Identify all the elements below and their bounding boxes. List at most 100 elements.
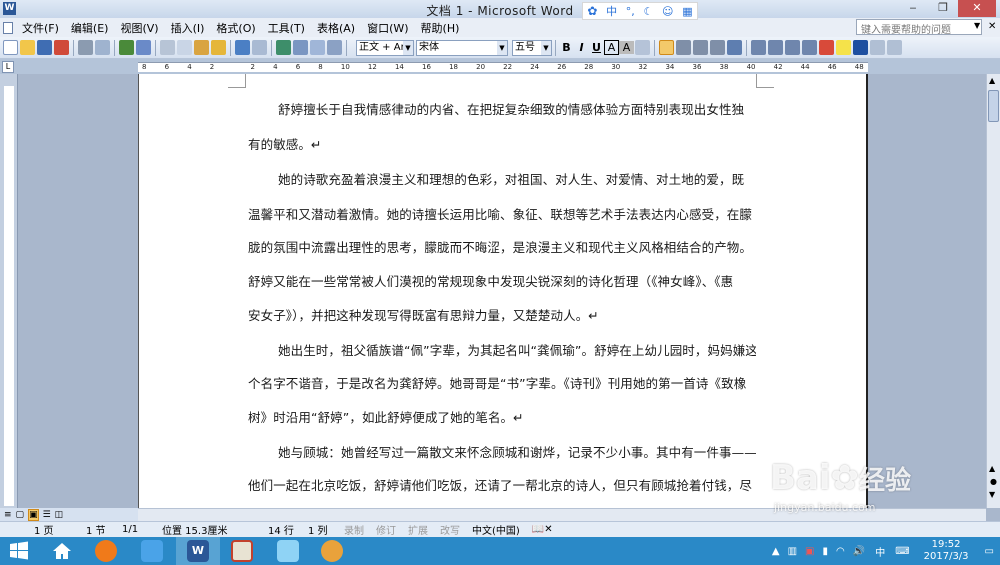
paragraph-line[interactable]: 她的诗歌充盈着浪漫主义和理想的色彩，对祖国、对人生、对爱情、对土地的爱，既 [278,169,756,188]
line-spacing-icon[interactable] [727,40,742,55]
ime-item[interactable]: 中 [606,3,617,19]
char-border-button[interactable]: A [604,40,619,55]
char-shade-button[interactable]: A [619,41,634,54]
help-search-input[interactable]: 键入需要帮助的问题 [856,19,982,36]
text-direction-icon[interactable] [819,40,834,55]
print-preview-icon[interactable] [95,40,110,55]
font-size-dropdown[interactable]: 五号 ▼ [512,39,552,56]
task-feather[interactable] [130,537,174,565]
paragraph-line[interactable]: 她出生时，祖父循族谱“佩”字辈，为其起名叫“龚佩瑜”。舒婷在上幼儿园时，妈妈嫌这 [278,340,756,359]
clock[interactable]: 19:52 2017/3/3 [914,539,979,563]
highlight-icon[interactable] [836,40,851,55]
network-icon[interactable]: ▥ [784,546,801,557]
save-icon[interactable] [37,40,52,55]
paste-icon[interactable] [194,40,209,55]
bold-button[interactable]: B [559,41,574,54]
research-icon[interactable] [136,40,151,55]
ime-item[interactable]: ☺ [662,5,673,18]
task-rabbit[interactable] [266,537,310,565]
menu-insert[interactable]: 插入(I) [165,20,211,36]
task-word[interactable]: W [176,537,220,565]
enclosed-char-icon[interactable] [887,40,902,55]
browse-object-icon[interactable]: ● [990,477,997,486]
distributed-icon[interactable] [710,40,725,55]
menu-view[interactable]: 视图(V) [114,20,164,36]
underline-button[interactable]: U [589,41,604,54]
permission-icon[interactable] [54,40,69,55]
status-overtype[interactable]: 改写 [434,522,466,537]
doc-close-icon[interactable]: ✕ [988,21,996,32]
paragraph-line[interactable]: 树》时沿用“舒婷”，如此舒婷便成了她的笔名。↵ [248,407,756,426]
vertical-scrollbar[interactable]: ▲ ▲ ● ▼ [986,74,1000,508]
status-track[interactable]: 修订 [370,522,402,537]
font-color-icon[interactable] [853,40,868,55]
reading-view-icon[interactable]: ◫ [55,510,64,520]
paragraph-line[interactable]: 安女子》），并把这种发现写得既富有思辩力量，又楚楚动人。↵ [248,305,756,324]
show-hidden-icon[interactable]: ▲ [768,546,784,557]
paragraph-line[interactable]: 温馨平和又潜动着激情。她的诗擅长运用比喻、象征、联想等艺术手法表达内心感受，在朦 [248,204,756,223]
menu-file[interactable]: 文件(F) [16,20,65,36]
paragraph-line[interactable]: 胧的氛围中流露出理性的思考，朦胧而不晦涩，是浪漫主义和现代主义风格相结合的产物。 [248,237,756,256]
action-center-icon[interactable]: ▭ [979,546,1000,557]
normal-view-icon[interactable]: ≡ [4,510,12,520]
style-dropdown[interactable]: 正文 + Aria ▼ [356,39,414,56]
paragraph-line[interactable]: 有的敏感。↵ [248,134,756,153]
char-scale-icon[interactable] [635,40,650,55]
undo-icon[interactable] [235,40,250,55]
help-dropdown-icon[interactable]: ▼ [974,21,980,30]
menu-tools[interactable]: 工具(T) [262,20,311,36]
numbering-icon[interactable] [751,40,766,55]
italic-button[interactable]: I [574,41,589,54]
security-icon[interactable]: ▣ [801,546,818,557]
insert-table-icon[interactable] [310,40,325,55]
menu-table[interactable]: 表格(A) [311,20,361,36]
ime-item[interactable]: °, [626,5,635,18]
align-right-icon[interactable] [693,40,708,55]
align-justify-icon[interactable] [659,40,674,55]
task-powerpoint[interactable] [220,537,264,565]
task-browser[interactable] [84,537,128,565]
open-icon[interactable] [20,40,35,55]
paragraph-line[interactable]: 舒婷擅长于自我情感律动的内省、在把捉复杂细致的情感体验方面特别表现出女性独 [278,99,756,118]
doc-icon[interactable] [3,21,13,34]
task-paint[interactable] [310,537,354,565]
copy-icon[interactable] [177,40,192,55]
paragraph-line[interactable]: 舒婷又能在一些常常被人们漠视的常规现象中发现尖锐深刻的诗化哲理（《神女峰》、《惠 [248,271,756,290]
web-view-icon[interactable]: ▢ [16,510,25,520]
columns-icon[interactable] [327,40,342,55]
format-painter-icon[interactable] [211,40,226,55]
battery-icon[interactable]: ▮ [818,546,832,557]
ime-item[interactable]: ☾ [643,5,653,18]
keyboard-icon[interactable]: ⌨ [891,546,913,557]
outline-view-icon[interactable]: ☰ [43,510,51,520]
ime-item[interactable]: ▦ [682,5,692,18]
spelling-status-icon[interactable]: 📖✕ [526,524,559,535]
spelling-icon[interactable] [119,40,134,55]
ruler-scale[interactable]: 8 6 4 2 2 4 6 8 10 12 14 16 18 20 22 24 26 28 30 32 34 36 38 40… [138,62,868,72]
menu-format[interactable]: 格式(O) [210,20,261,36]
menu-edit[interactable]: 编辑(E) [65,20,115,36]
tables-borders-icon[interactable] [293,40,308,55]
hyperlink-icon[interactable] [276,40,291,55]
menu-help[interactable]: 帮助(H) [415,20,466,36]
next-page-icon[interactable]: ▼ [989,490,995,499]
minimize-button[interactable]: ‒ [900,0,926,17]
close-button[interactable]: ✕ [958,0,996,17]
scroll-up-icon[interactable]: ▲ [989,76,995,85]
redo-icon[interactable] [252,40,267,55]
font-dropdown[interactable]: 宋体 ▼ [416,39,508,56]
align-center-icon[interactable] [676,40,691,55]
tray-language[interactable]: 中 [869,544,891,559]
wifi-icon[interactable]: ◠ [832,546,849,557]
vertical-ruler[interactable] [0,74,18,508]
decrease-indent-icon[interactable] [785,40,800,55]
new-doc-icon[interactable] [3,40,18,55]
scroll-thumb[interactable] [988,90,999,122]
increase-indent-icon[interactable] [802,40,817,55]
tab-selector[interactable]: L [2,61,14,73]
prev-page-icon[interactable]: ▲ [989,464,995,473]
print-icon[interactable] [78,40,93,55]
task-home[interactable] [40,537,84,565]
maximize-button[interactable]: ❐ [930,0,956,17]
status-extend[interactable]: 扩展 [402,522,434,537]
